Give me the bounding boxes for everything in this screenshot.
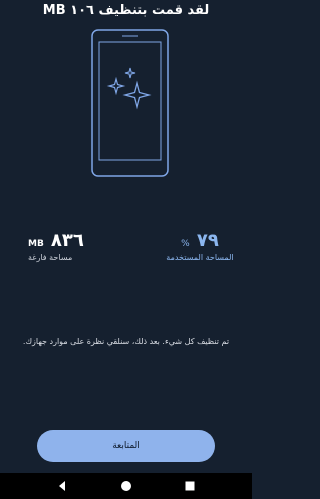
continue-button[interactable]: المتابعة [37,430,215,462]
free-space-label: مساحة فارغة [28,253,73,262]
used-space-value: ٧٩ [196,230,219,251]
clean-phone-illustration [91,29,169,177]
status-message: تم تنظيف كل شيء. بعد ذلك، سنلقي نظرة على… [22,337,230,346]
page-title: لقد قمت بتنظيف ١٠٦ MB [42,3,210,18]
system-navigation-bar [0,473,252,499]
used-space-stat: ٧٩ % المساحة المستخدمة [150,230,250,262]
used-space-unit: % [181,239,190,249]
small-sparkle-icon [106,76,126,96]
home-icon[interactable] [118,478,134,494]
free-space-stat: ٨٣٦ MB مساحة فارغة [28,230,128,262]
free-space-unit: MB [28,239,44,249]
used-space-label: المساحة المستخدمة [166,253,234,262]
free-space-value: ٨٣٦ [50,230,84,251]
recents-icon[interactable] [182,478,198,494]
back-icon[interactable] [54,478,70,494]
large-sparkle-icon [122,80,152,110]
tiny-sparkle-icon [124,67,136,79]
